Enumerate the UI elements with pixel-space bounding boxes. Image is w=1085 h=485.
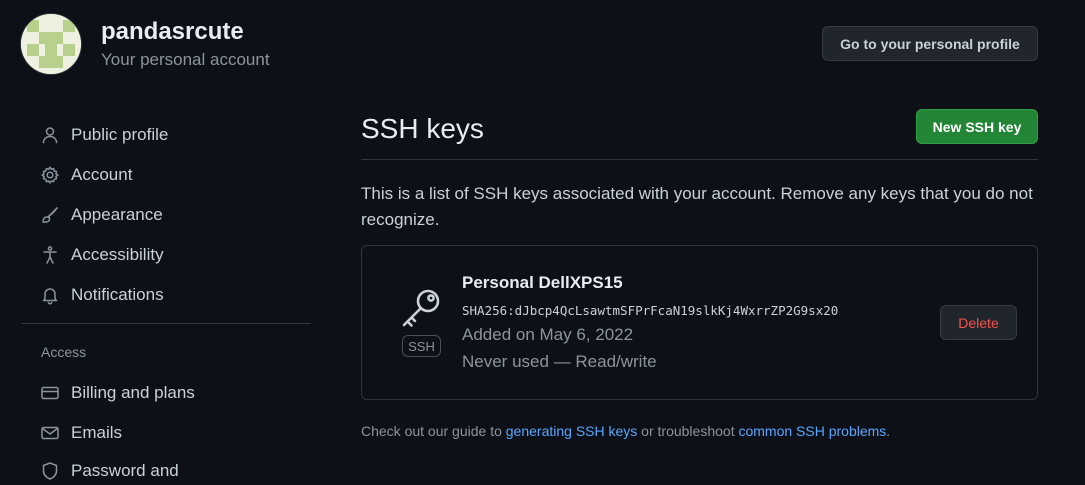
sidebar-item-emails[interactable]: Emails xyxy=(40,419,122,447)
page-title: SSH keys xyxy=(361,113,484,144)
mail-icon xyxy=(40,423,60,443)
sidebar-item-account[interactable]: Account xyxy=(40,161,132,189)
footer-middle: or troubleshoot xyxy=(637,423,739,439)
intro-text: This is a list of SSH keys associated wi… xyxy=(361,184,1033,229)
generating-ssh-keys-link[interactable]: generating SSH keys xyxy=(506,423,638,439)
common-ssh-problems-link[interactable]: common SSH problems xyxy=(738,423,886,439)
sidebar-item-appearance[interactable]: Appearance xyxy=(40,201,163,229)
sidebar-divider xyxy=(21,323,311,324)
sidebar-item-label: Password and xyxy=(71,461,179,480)
avatar[interactable] xyxy=(21,14,81,74)
footer-help-text: Check out our guide to generating SSH ke… xyxy=(361,423,890,439)
ssh-type-badge: SSH xyxy=(402,335,441,357)
sidebar-item-notifications[interactable]: Notifications xyxy=(40,281,164,309)
person-icon xyxy=(40,125,60,145)
delete-key-button[interactable]: Delete xyxy=(940,305,1017,340)
sidebar-item-label: Public profile xyxy=(71,125,169,144)
ssh-key-added-date: Added on May 6, 2022 xyxy=(462,325,634,344)
title-divider xyxy=(361,159,1038,160)
bell-icon xyxy=(40,285,60,305)
sidebar-item-accessibility[interactable]: Accessibility xyxy=(40,241,164,269)
sidebar-item-public-profile[interactable]: Public profile xyxy=(40,121,168,149)
sidebar-item-label: Emails xyxy=(71,423,123,442)
gear-icon xyxy=(40,165,60,185)
ssh-key-title: Personal DellXPS15 xyxy=(462,273,623,292)
sidebar-item-label: Appearance xyxy=(71,205,163,224)
paintbrush-icon xyxy=(40,205,60,225)
new-ssh-key-button[interactable]: New SSH key xyxy=(916,109,1038,144)
accessibility-icon xyxy=(40,245,60,265)
ssh-key-usage: Never used — Read/write xyxy=(462,352,657,371)
account-type-label: Your personal account xyxy=(101,50,270,69)
key-icon xyxy=(399,286,443,330)
go-to-profile-button[interactable]: Go to your personal profile xyxy=(822,26,1038,61)
username[interactable]: pandasrcute xyxy=(101,17,244,47)
ssh-key-card xyxy=(361,245,1038,400)
credit-card-icon xyxy=(40,383,60,403)
shield-lock-icon xyxy=(40,461,60,481)
sidebar-item-billing[interactable]: Billing and plans xyxy=(40,379,195,407)
footer-prefix: Check out our guide to xyxy=(361,423,506,439)
footer-suffix: . xyxy=(886,423,891,439)
sidebar-section-heading: Access xyxy=(41,344,87,360)
sidebar-item-label: Accessibility xyxy=(71,245,164,264)
sidebar-item-password[interactable]: Password and xyxy=(40,457,179,485)
sidebar-item-label: Account xyxy=(71,165,133,184)
sidebar-item-label: Billing and plans xyxy=(71,383,195,402)
ssh-key-fingerprint: SHA256:dJbcp4QcLsawtmSFPrFcaN19slkKj4Wxr… xyxy=(462,303,839,318)
sidebar-item-label: Notifications xyxy=(71,285,164,304)
